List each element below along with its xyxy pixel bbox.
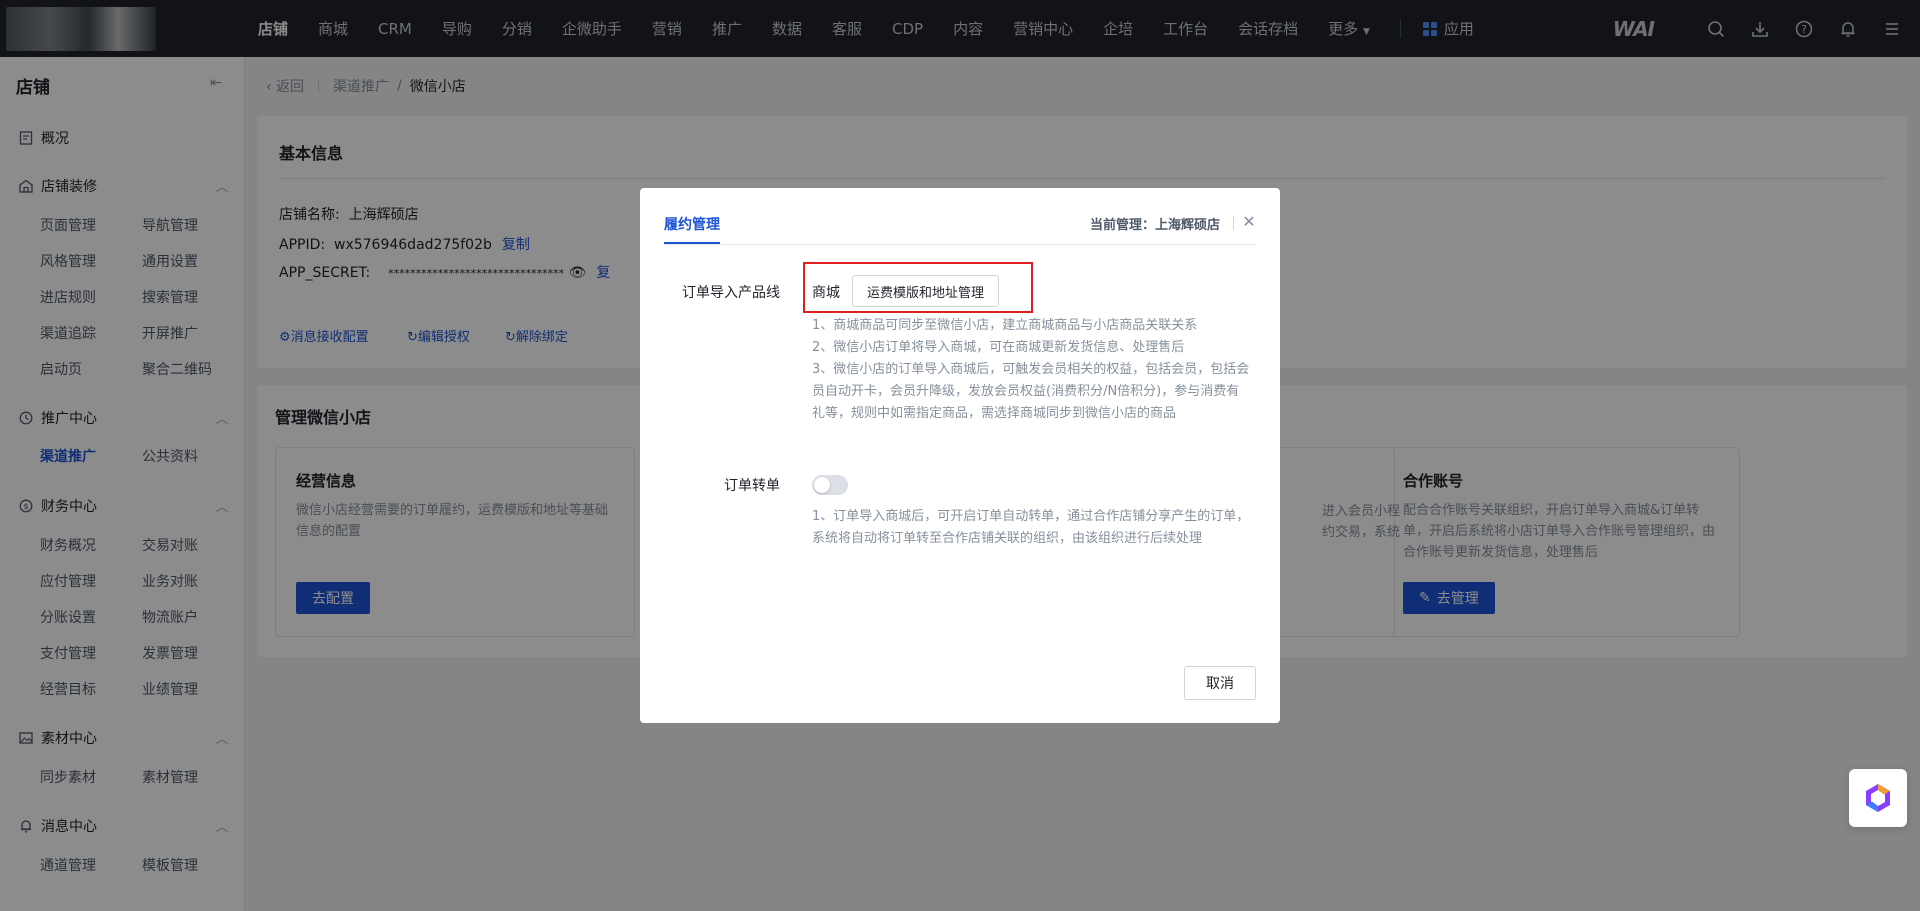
order-import-notes: 2、微信小店订单将导入商城，可在商城更新发货信息、处理售后 bbox=[812, 340, 1185, 355]
current-manage-label: 当前管理：上海辉硕店 bbox=[1089, 218, 1220, 233]
assistant-logo-icon bbox=[1866, 784, 1890, 812]
active-tab-indicator bbox=[664, 242, 720, 244]
order-transfer-notes: 1、订单导入商城后，可开启订单自动转单，通过合作店铺分享产生的订单，系统将自动将… bbox=[812, 509, 1250, 546]
order-import-label: 订单导入产品线 bbox=[682, 285, 780, 301]
order-import-notes: 3、微信小店的订单导入商城后，可触发会员相关的权益，包括会员，包括会员自动开卡，… bbox=[812, 362, 1250, 421]
highlight-box bbox=[803, 262, 1033, 313]
tab-fulfillment[interactable]: 履约管理 bbox=[664, 214, 720, 234]
cancel-button[interactable]: 取消 bbox=[1184, 666, 1256, 700]
assistant-widget[interactable] bbox=[1849, 769, 1907, 827]
modal-divider bbox=[664, 244, 1256, 245]
fulfillment-modal: 履约管理 当前管理：上海辉硕店 ✕ 订单导入产品线 商城 运费模版和地址管理 1… bbox=[640, 188, 1280, 723]
close-icon[interactable]: ✕ bbox=[1240, 212, 1258, 231]
toggle-knob bbox=[814, 477, 830, 493]
header-divider bbox=[1233, 216, 1234, 230]
order-transfer-label: 订单转单 bbox=[724, 478, 780, 494]
order-transfer-toggle[interactable] bbox=[812, 475, 848, 495]
order-import-notes: 1、商城商品可同步至微信小店，建立商城商品与小店商品关联关系 bbox=[812, 318, 1198, 333]
